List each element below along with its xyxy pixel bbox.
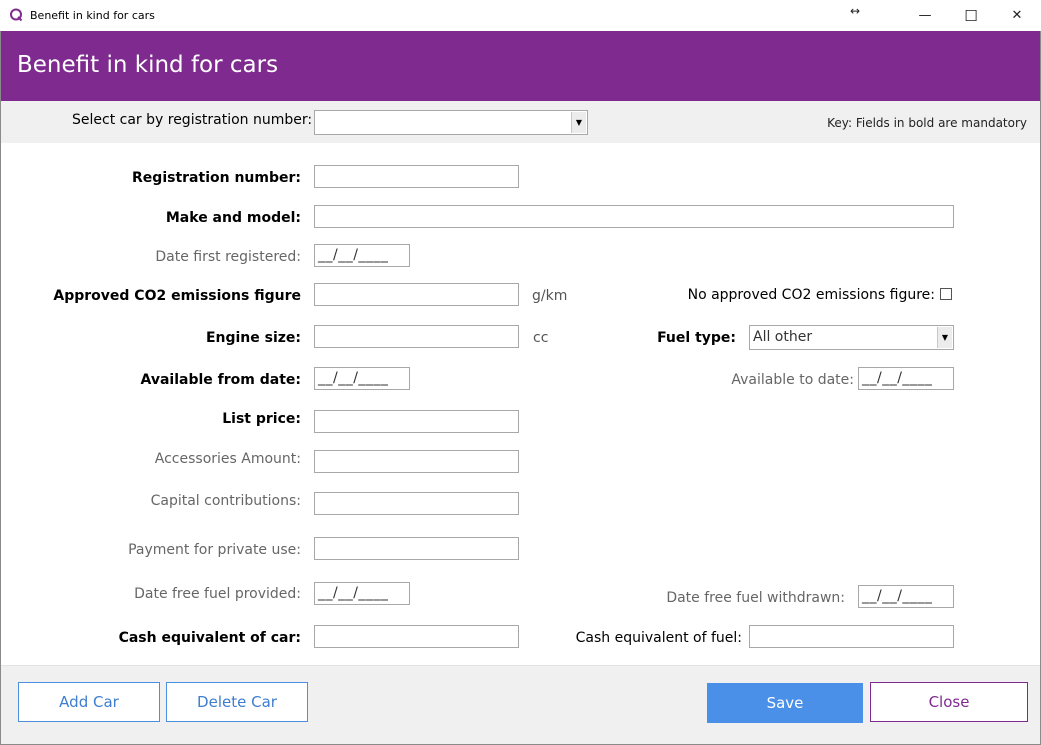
capital-contributions-input[interactable]	[314, 492, 519, 515]
available-from-label: Available from date:	[140, 372, 301, 388]
date-first-registered-input[interactable]: __/__/____	[314, 244, 410, 267]
engine-size-input[interactable]	[314, 325, 519, 348]
private-use-payment-input[interactable]	[314, 537, 519, 560]
close-button[interactable]: Close	[870, 682, 1028, 722]
free-fuel-withdrawn-input[interactable]: __/__/____	[858, 585, 954, 608]
page-header: Benefit in kind for cars	[1, 31, 1040, 101]
select-car-label: Select car by registration number:	[72, 112, 313, 128]
fuel-type-label: Fuel type:	[657, 330, 736, 346]
fuel-type-dropdown[interactable]: All other ▼	[749, 325, 954, 350]
resize-icon[interactable]: ↔	[850, 4, 860, 18]
cash-equiv-car-label: Cash equivalent of car:	[118, 630, 301, 646]
chevron-down-icon[interactable]: ▼	[571, 112, 586, 133]
engine-size-unit: cc	[533, 330, 549, 346]
add-car-button[interactable]: Add Car	[18, 682, 160, 722]
make-model-label: Make and model:	[165, 210, 301, 226]
mandatory-key-text: Key: Fields in bold are mandatory	[827, 116, 1027, 130]
list-price-label: List price:	[222, 411, 301, 427]
date-first-registered-label: Date first registered:	[155, 249, 301, 265]
private-use-payment-label: Payment for private use:	[128, 542, 301, 558]
cash-equiv-fuel-label: Cash equivalent of fuel:	[575, 630, 742, 646]
registration-number-input[interactable]	[314, 165, 519, 188]
cash-equiv-fuel-input[interactable]	[749, 625, 954, 648]
title-bar: Benefit in kind for cars ↔ — ☐ ✕	[0, 0, 1041, 31]
available-to-input[interactable]: __/__/____	[858, 367, 954, 390]
no-co2-checkbox[interactable]	[940, 288, 952, 300]
capital-contributions-label: Capital contributions:	[150, 493, 301, 509]
registration-number-label: Registration number:	[132, 170, 301, 186]
available-from-input[interactable]: __/__/____	[314, 367, 410, 390]
accessories-input[interactable]	[314, 450, 519, 473]
list-price-input[interactable]	[314, 410, 519, 433]
no-co2-label: No approved CO2 emissions figure:	[687, 287, 935, 303]
minimize-icon: —	[918, 8, 932, 23]
chevron-down-icon[interactable]: ▼	[937, 327, 952, 348]
save-button[interactable]: Save	[707, 683, 863, 723]
available-to-label: Available to date:	[731, 372, 854, 388]
co2-unit: g/km	[532, 288, 568, 304]
engine-size-label: Engine size:	[205, 330, 301, 346]
delete-car-button[interactable]: Delete Car	[166, 682, 308, 722]
free-fuel-provided-input[interactable]: __/__/____	[314, 582, 410, 605]
accessories-label: Accessories Amount:	[154, 451, 301, 467]
maximize-icon: ☐	[964, 6, 978, 25]
window-title: Benefit in kind for cars	[30, 9, 155, 22]
free-fuel-provided-label: Date free fuel provided:	[134, 586, 301, 602]
maximize-button[interactable]: ☐	[948, 0, 994, 31]
app-logo-icon	[10, 8, 23, 22]
select-car-dropdown[interactable]: ▼	[314, 110, 588, 135]
minimize-button[interactable]: —	[902, 0, 948, 31]
free-fuel-withdrawn-label: Date free fuel withdrawn:	[666, 590, 845, 606]
fuel-type-value: All other	[753, 329, 813, 345]
close-window-button[interactable]: ✕	[994, 0, 1040, 31]
close-icon: ✕	[1011, 8, 1023, 23]
make-model-input[interactable]	[314, 205, 954, 228]
co2-input[interactable]	[314, 283, 519, 306]
cash-equiv-car-input[interactable]	[314, 625, 519, 648]
page-title: Benefit in kind for cars	[17, 52, 279, 78]
co2-label: Approved CO2 emissions figure	[53, 288, 301, 304]
